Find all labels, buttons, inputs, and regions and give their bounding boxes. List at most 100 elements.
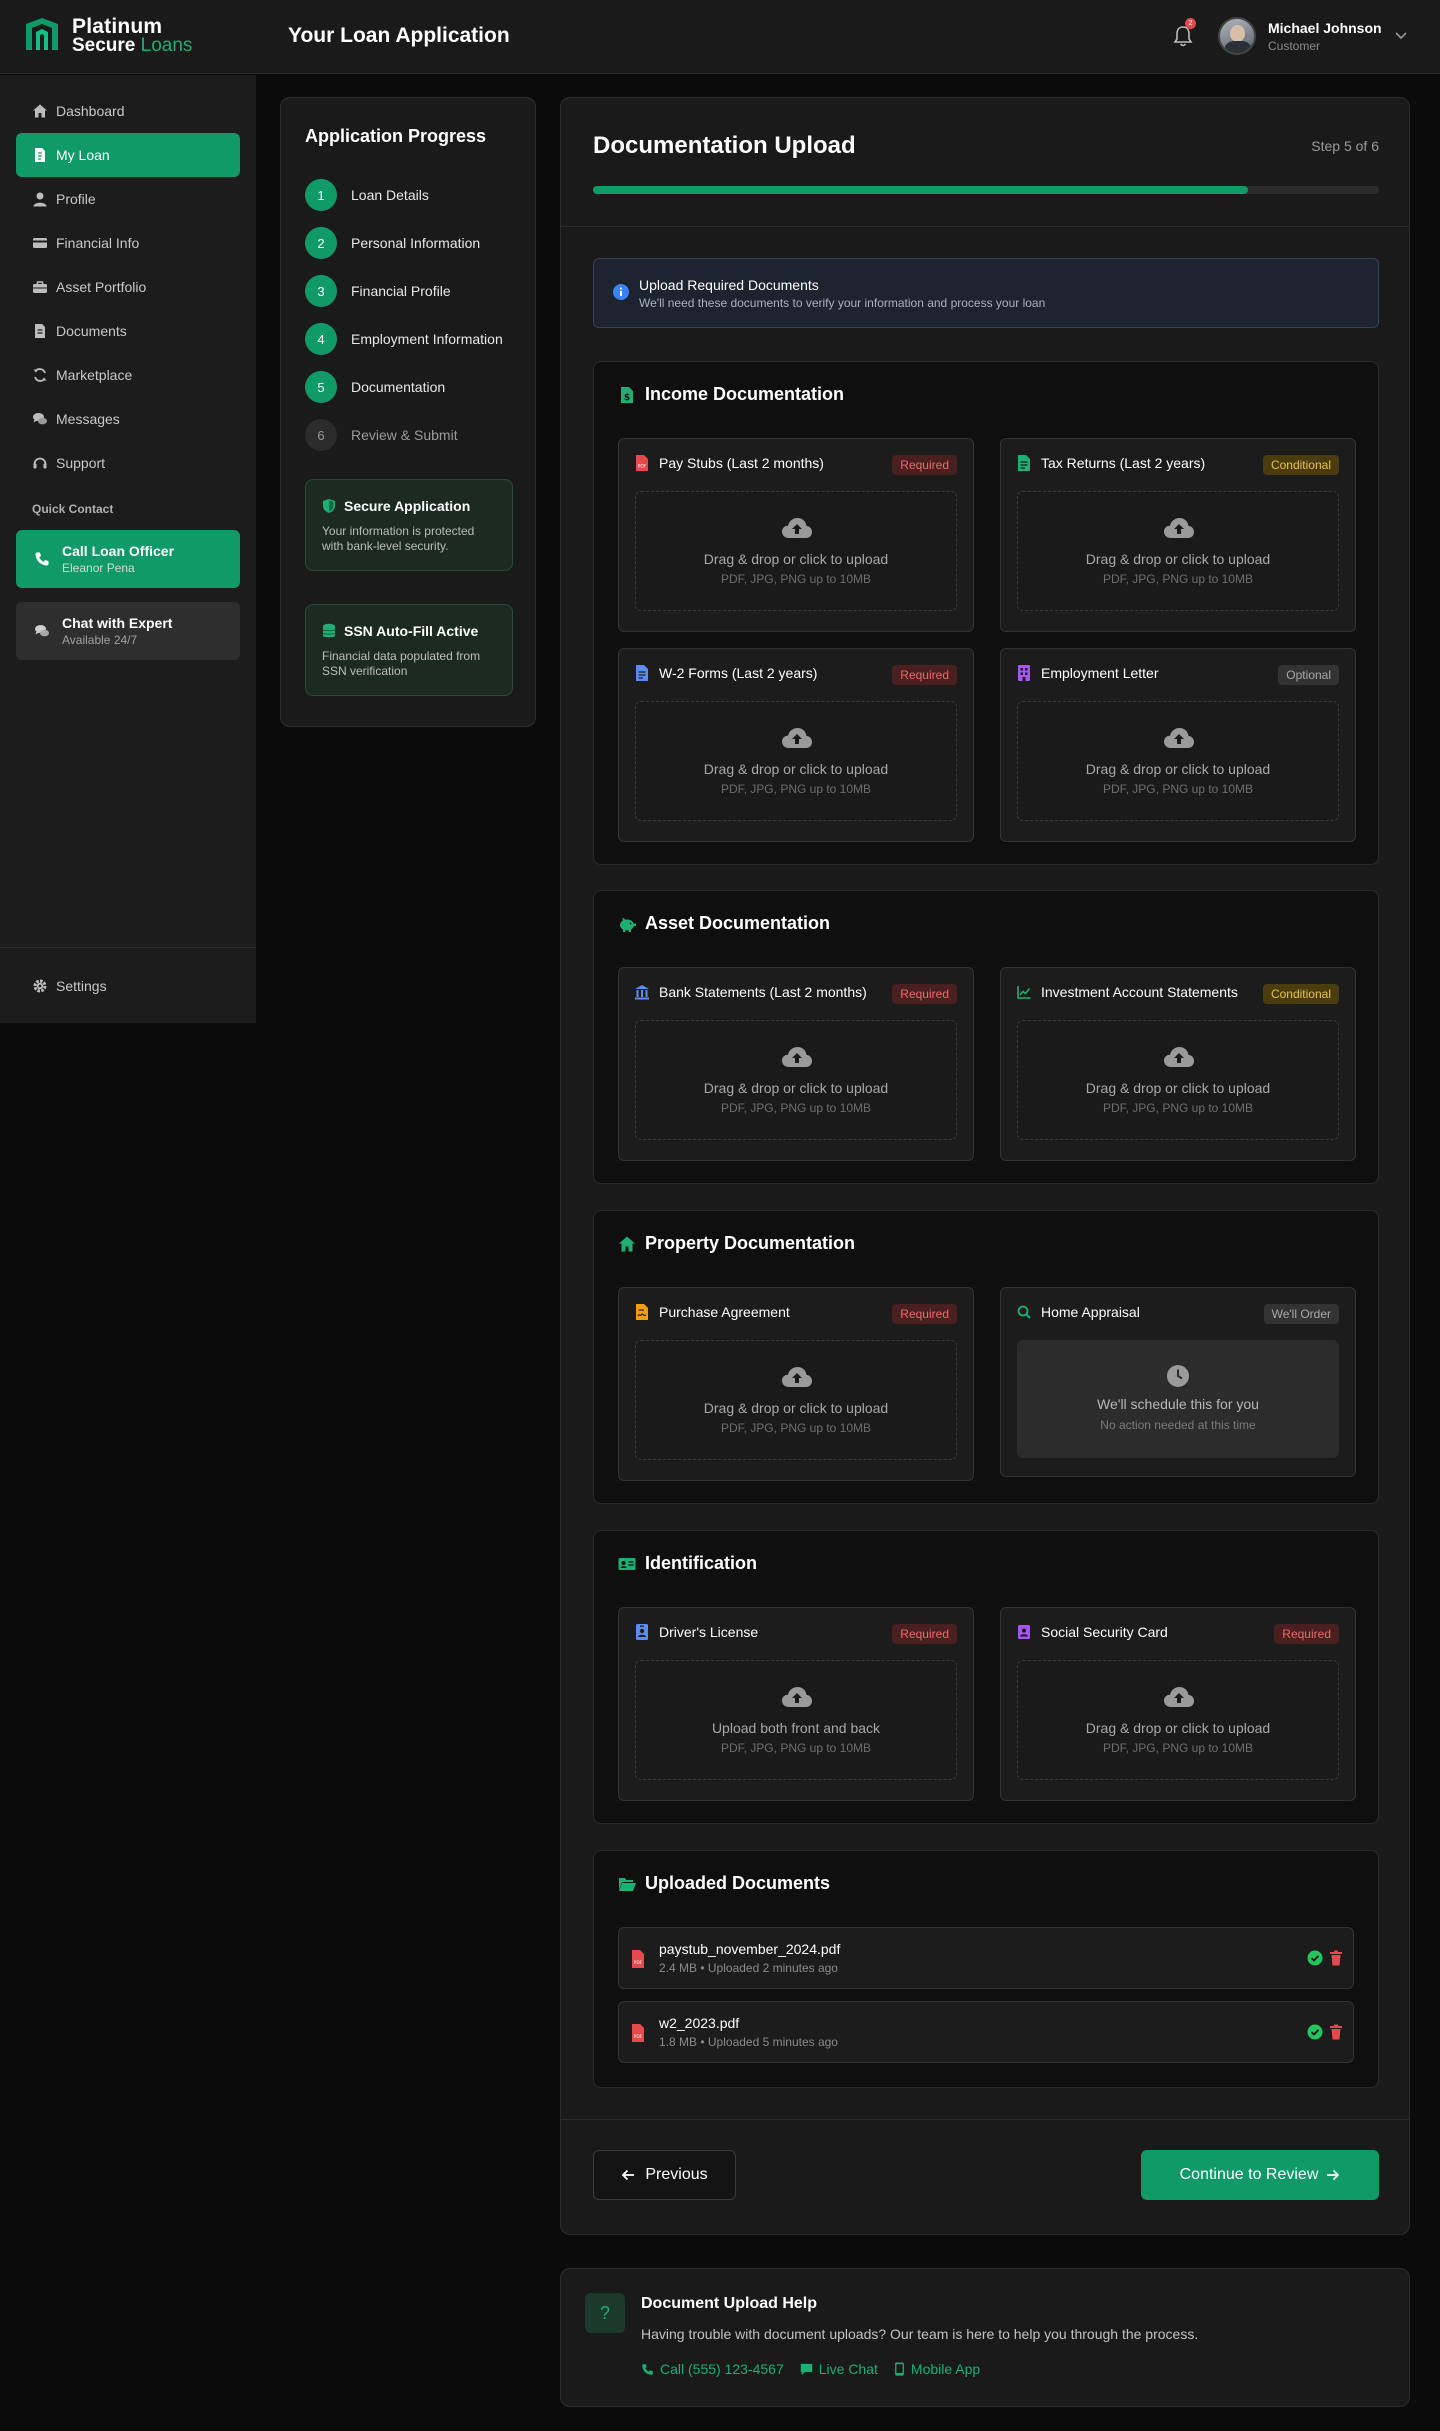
sidebar-item-label: Marketplace [56, 367, 133, 383]
exchange-icon [33, 368, 47, 382]
card-icon [33, 238, 47, 248]
sidebar-item-my-loan[interactable]: My Loan [16, 133, 240, 177]
dropzone-hint: PDF, JPG, PNG up to 10MB [720, 1101, 872, 1115]
id-card-icon [1018, 1625, 1030, 1639]
help-live-chat-link[interactable]: Live Chat [800, 2361, 878, 2377]
file-meta: 2.4 MB • Uploaded 2 minutes ago [659, 1961, 838, 1975]
brand-logo[interactable]: Platinum Secure Loans [22, 16, 192, 56]
top-header: Platinum Secure Loans Your Loan Applicat… [0, 0, 1440, 74]
doc-label: Driver's License [659, 1624, 759, 1640]
doc-card-w2-forms: W-2 Forms (Last 2 years) Required Drag &… [618, 648, 974, 842]
comment-icon [800, 2363, 812, 2375]
sidebar-item-financial-info[interactable]: Financial Info [16, 221, 240, 265]
svg-text:$: $ [624, 393, 630, 403]
notice-title: Upload Required Documents [639, 277, 819, 293]
help-call-link[interactable]: Call (555) 123-4567 [641, 2361, 784, 2377]
previous-button[interactable]: Previous [593, 2150, 736, 2200]
upload-dropzone[interactable]: Upload both front and back PDF, JPG, PNG… [635, 1660, 957, 1780]
dropzone-hint: PDF, JPG, PNG up to 10MB [1102, 1101, 1254, 1115]
upload-dropzone[interactable]: Drag & drop or click to upload PDF, JPG,… [635, 491, 957, 611]
section-title: Asset Documentation [645, 913, 831, 933]
sidebar-item-documents[interactable]: Documents [16, 309, 240, 353]
sidebar-item-settings[interactable]: Settings [16, 964, 240, 1008]
progress-step-1[interactable]: 1 Loan Details [305, 179, 429, 211]
step-label: Financial Profile [351, 283, 451, 299]
upload-dropzone[interactable]: Drag & drop or click to upload PDF, JPG,… [1017, 1020, 1339, 1140]
invoice-dollar-icon: $ [621, 386, 633, 403]
help-mobile-label: Mobile App [910, 2361, 981, 2377]
sidebar-item-messages[interactable]: Messages [16, 397, 240, 441]
sidebar-item-asset-portfolio[interactable]: Asset Portfolio [16, 265, 240, 309]
logo-icon [26, 18, 58, 50]
sidebar-item-dashboard[interactable]: Dashboard [16, 89, 240, 133]
cloud-upload-icon [782, 1047, 812, 1067]
progress-step-6: 6 Review & Submit [305, 419, 458, 451]
doc-card-employment-letter: Employment Letter Optional Drag & drop o… [1000, 648, 1356, 842]
dropzone-text: Drag & drop or click to upload [703, 1400, 889, 1416]
pdf-file-icon: PDF [632, 2024, 644, 2042]
section-title: Income Documentation [645, 384, 845, 404]
progress-step-2[interactable]: 2 Personal Information [305, 227, 480, 259]
upload-dropzone[interactable]: Drag & drop or click to upload PDF, JPG,… [1017, 701, 1339, 821]
quick-contact-label: Quick Contact [32, 502, 114, 516]
call-loan-officer-button[interactable]: Call Loan Officer Eleanor Pena [16, 530, 240, 588]
database-icon [322, 623, 336, 638]
step-indicator: Step 5 of 6 [1311, 138, 1379, 154]
income-documentation-section: $ Income Documentation PDF Pay Stubs (Las… [593, 361, 1379, 865]
upload-dropzone[interactable]: Drag & drop or click to upload PDF, JPG,… [635, 1020, 957, 1140]
folder-open-icon [619, 1877, 636, 1891]
upload-dropzone[interactable]: Drag & drop or click to upload PDF, JPG,… [635, 701, 957, 821]
appraisal-text: We'll schedule this for you [1097, 1396, 1259, 1412]
progress-step-5[interactable]: 5 Documentation [305, 371, 445, 403]
progress-bar-fill [593, 186, 1248, 194]
chat-icon [33, 413, 47, 425]
sidebar-item-label: Asset Portfolio [56, 279, 147, 295]
phone-icon [35, 552, 49, 566]
doc-card-drivers-license: Driver's License Required Upload both fr… [618, 1607, 974, 1801]
step-label: Loan Details [351, 187, 429, 203]
progress-step-3[interactable]: 3 Financial Profile [305, 275, 451, 307]
sidebar-item-label: Profile [56, 191, 96, 207]
chat-with-expert-button[interactable]: Chat with Expert Available 24/7 [16, 602, 240, 660]
uploaded-file-row[interactable]: PDF paystub_november_2024.pdf 2.4 MB • U… [618, 1927, 1354, 1989]
uploaded-file-row[interactable]: PDF w2_2023.pdf 1.8 MB • Uploaded 5 minu… [618, 2001, 1354, 2063]
progress-step-4[interactable]: 4 Employment Information [305, 323, 503, 355]
upload-dropzone[interactable]: Drag & drop or click to upload PDF, JPG,… [635, 1340, 957, 1460]
ssn-autofill-box: SSN Auto-Fill Active Financial data popu… [305, 604, 513, 696]
document-icon [636, 665, 648, 681]
dropzone-hint: PDF, JPG, PNG up to 10MB [720, 782, 872, 796]
dropzone-text: Drag & drop or click to upload [1085, 1080, 1271, 1096]
form-title: Documentation Upload [593, 132, 856, 159]
previous-label: Previous [645, 2166, 708, 2183]
notification-badge: 2 [1185, 18, 1196, 29]
sidebar-item-support[interactable]: Support [16, 441, 240, 485]
sidebar-item-label: Messages [56, 411, 120, 427]
trash-icon[interactable] [1329, 2024, 1343, 2040]
sidebar: Dashboard My Loan Profile Financial Info… [0, 75, 256, 1023]
required-badge: Required [892, 984, 957, 1004]
upload-dropzone[interactable]: Drag & drop or click to upload PDF, JPG,… [1017, 491, 1339, 611]
pdf-file-icon: PDF [632, 1950, 644, 1968]
continue-to-review-button[interactable]: Continue to Review [1141, 2150, 1379, 2200]
section-title: Property Documentation [645, 1233, 856, 1253]
help-mobile-app-link[interactable]: Mobile App [894, 2361, 980, 2377]
avatar[interactable] [1218, 17, 1256, 55]
question-icon: ? [585, 2293, 625, 2333]
trash-icon[interactable] [1329, 1950, 1343, 1966]
doc-label: Investment Account Statements [1041, 984, 1238, 1000]
sidebar-item-marketplace[interactable]: Marketplace [16, 353, 240, 397]
upload-dropzone[interactable]: Drag & drop or click to upload PDF, JPG,… [1017, 1660, 1339, 1780]
sidebar-item-label: Financial Info [56, 235, 140, 251]
user-icon [33, 192, 47, 207]
dropzone-text: Drag & drop or click to upload [703, 1080, 889, 1096]
dropzone-text: Drag & drop or click to upload [703, 761, 889, 777]
ssn-text: Financial data populated from SSN verifi… [322, 649, 481, 678]
dropzone-hint: PDF, JPG, PNG up to 10MB [1102, 782, 1254, 796]
progress-bar [593, 186, 1379, 194]
svg-text:PDF: PDF [634, 2034, 643, 2040]
chevron-down-icon[interactable] [1394, 30, 1408, 40]
brand-name-line1: Platinum [72, 15, 163, 38]
clock-icon [1167, 1365, 1189, 1387]
user-name: Michael Johnson [1268, 20, 1382, 36]
sidebar-item-profile[interactable]: Profile [16, 177, 240, 221]
